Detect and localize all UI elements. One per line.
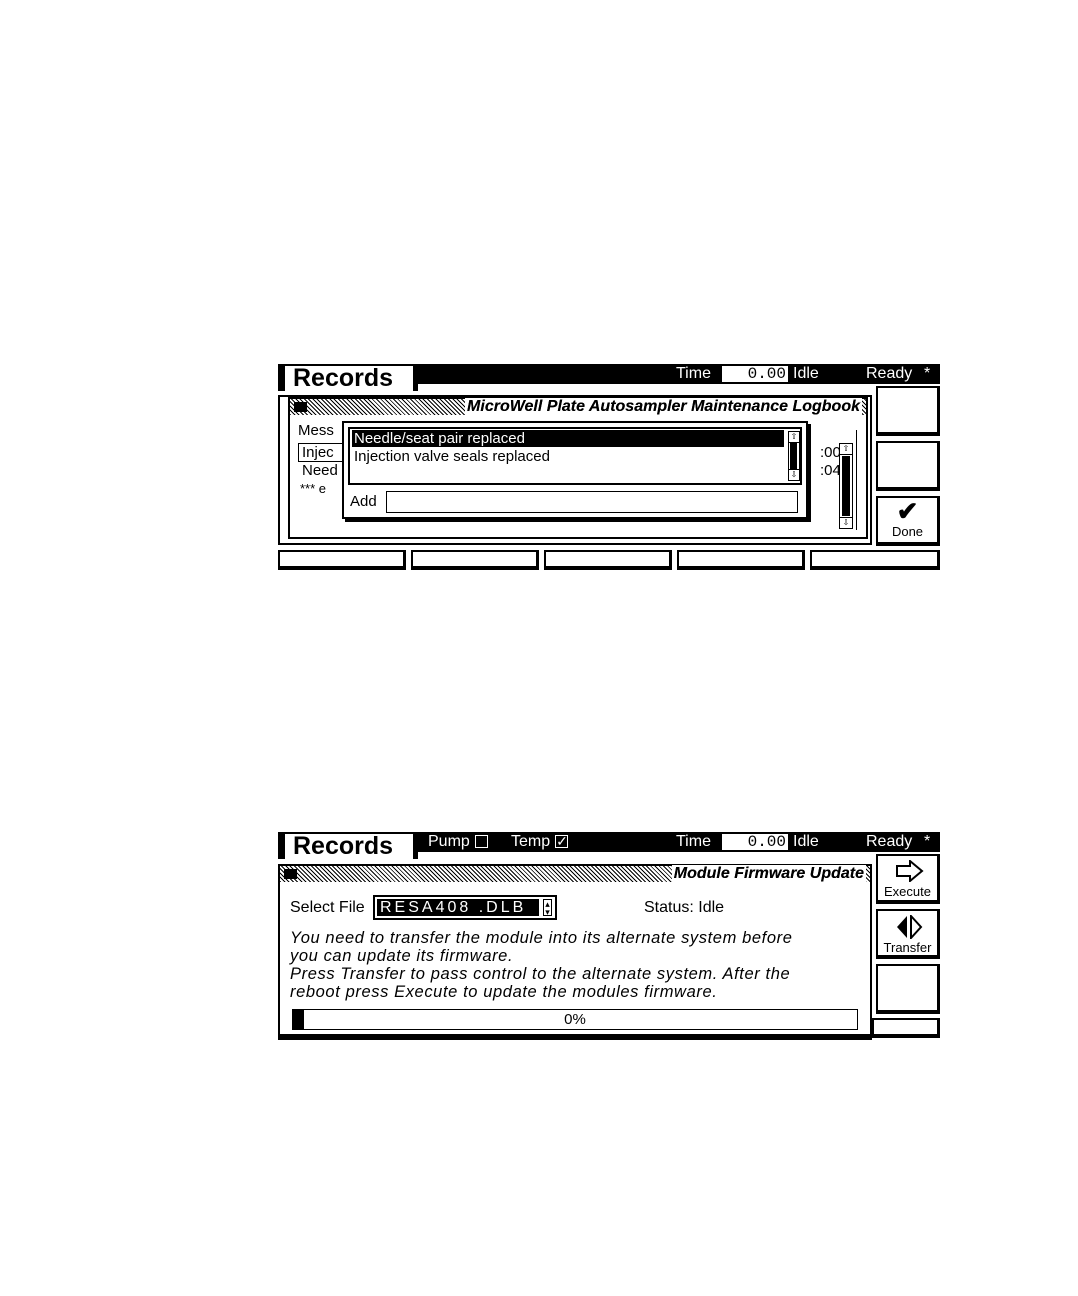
records-tab[interactable]: Records: [278, 364, 418, 391]
firmware-panel: Module Firmware Update Select File RESA4…: [278, 864, 872, 1036]
time-value: 0.00: [722, 834, 788, 850]
asterisk-indicator: *: [924, 365, 931, 382]
firmware-title: Module Firmware Update: [671, 865, 866, 882]
scroll-down-icon[interactable]: ⇩: [789, 469, 799, 480]
add-input[interactable]: [386, 491, 798, 513]
message-line: You need to transfer the module into its…: [290, 929, 793, 947]
arrow-right-icon: [896, 858, 924, 887]
scroll-up-icon[interactable]: ⇧: [840, 444, 852, 455]
run-state: Idle: [793, 365, 819, 382]
list-time: :04: [820, 462, 841, 479]
done-button[interactable]: ✔ Done: [876, 496, 940, 546]
select-file-label: Select File: [290, 899, 365, 916]
message-option-selected[interactable]: Needle/seat pair replaced: [352, 430, 784, 447]
ready-status: Ready: [866, 365, 913, 382]
close-box-icon[interactable]: [284, 869, 297, 879]
records-tab-label: Records: [285, 834, 413, 859]
bottom-softkey-strip: [278, 1036, 872, 1040]
list-item[interactable]: Need: [302, 462, 338, 479]
progress-label: 0%: [564, 1011, 586, 1028]
records-tab-label: Records: [285, 366, 413, 391]
temp-checkbox[interactable]: [555, 831, 569, 851]
bottom-softkey-3[interactable]: [544, 550, 672, 570]
message-line: reboot press Execute to update the modul…: [290, 983, 718, 1001]
time-value: 0.00: [722, 366, 788, 382]
pump-checkbox[interactable]: [474, 835, 488, 848]
temp-indicator: Temp: [511, 831, 569, 852]
time-label: Time: [676, 833, 711, 850]
progress-bar: 0%: [292, 1009, 858, 1030]
side-button-3[interactable]: [876, 964, 940, 1014]
list-time: :00: [820, 444, 841, 461]
ready-status: Ready: [866, 833, 913, 850]
check-icon: ✔: [896, 496, 919, 526]
execute-button[interactable]: Execute: [876, 854, 940, 904]
scroll-thumb[interactable]: [842, 456, 850, 516]
maintenance-logbook-screen: Time 0.00 Idle Ready * Records MicroWell…: [278, 364, 940, 572]
transfer-button[interactable]: Transfer: [876, 909, 940, 959]
asterisk-indicator: *: [924, 833, 931, 850]
bottom-softkey-1[interactable]: [278, 550, 406, 570]
popup-scrollbar[interactable]: ⇧ ⇩: [788, 431, 800, 481]
execute-label: Execute: [884, 884, 931, 899]
side-button-2[interactable]: [876, 441, 940, 491]
logbook-title: MicroWell Plate Autosampler Maintenance …: [465, 398, 862, 415]
add-label: Add: [350, 493, 377, 510]
bottom-softkey-2[interactable]: [411, 550, 539, 570]
time-label: Time: [676, 365, 711, 382]
firmware-titlebar: Module Firmware Update: [280, 865, 870, 882]
bottom-right-softkey[interactable]: [872, 1018, 940, 1038]
records-tab[interactable]: Records: [278, 832, 418, 859]
list-item[interactable]: Injec: [302, 444, 334, 461]
logbook-titlebar: MicroWell Plate Autosampler Maintenance …: [290, 398, 866, 415]
pump-indicator: Pump: [428, 832, 488, 852]
spinner-icon[interactable]: ▴ ▾: [543, 899, 552, 917]
bottom-softkey-5[interactable]: [810, 550, 940, 570]
select-file-value: RESA408 .DLB: [377, 899, 539, 916]
firmware-update-screen: Pump Temp Time 0.00 Idle Ready * Records…: [278, 831, 940, 1042]
run-state: Idle: [793, 833, 819, 850]
message-option[interactable]: Injection valve seals replaced: [354, 448, 550, 465]
bottom-softkey-4[interactable]: [677, 550, 805, 570]
close-box-icon[interactable]: [294, 402, 307, 412]
message-list[interactable]: Needle/seat pair replaced Injection valv…: [348, 427, 802, 485]
scroll-up-icon[interactable]: ⇧: [789, 432, 799, 443]
side-button-1[interactable]: [876, 386, 940, 436]
status-text: Status: Idle: [644, 899, 725, 916]
list-scrollbar[interactable]: ⇧ ⇩: [839, 443, 853, 529]
done-label: Done: [891, 524, 924, 539]
message-line: Press Transfer to pass control to the al…: [290, 965, 791, 983]
message-line: you can update its firmware.: [290, 947, 514, 965]
scroll-down-icon[interactable]: ⇩: [840, 517, 852, 528]
scroll-thumb[interactable]: [790, 443, 797, 469]
messages-label: Mess: [298, 422, 334, 439]
message-dropdown-popup: Needle/seat pair replaced Injection valv…: [342, 421, 808, 519]
outer-scroll-edge: [856, 430, 865, 530]
list-item[interactable]: *** e: [300, 480, 326, 497]
select-file-dropdown[interactable]: RESA408 .DLB ▴ ▾: [373, 895, 557, 920]
transfer-label: Transfer: [883, 940, 932, 955]
